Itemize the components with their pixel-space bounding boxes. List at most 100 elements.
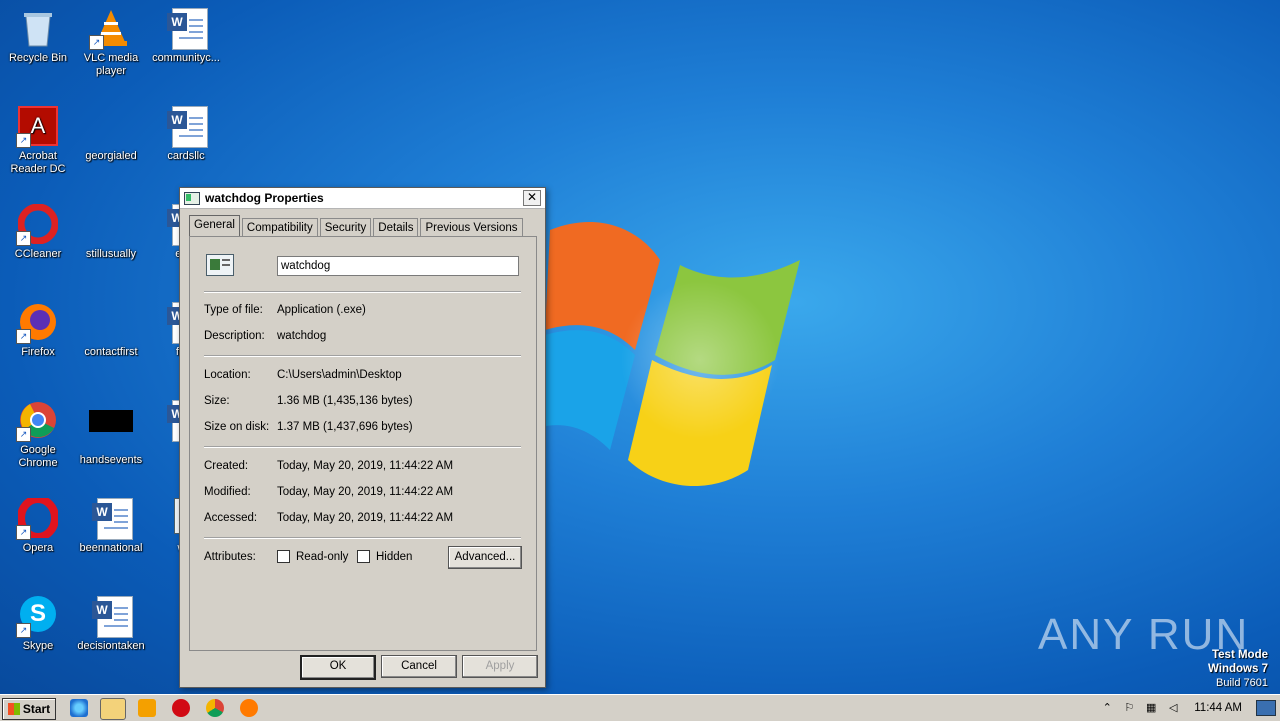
system-tray: ⌃ ⚐ ▦ ◁ 11:44 AM <box>1096 697 1280 719</box>
desktop-icon-label: Opera <box>22 542 54 554</box>
desktop-icon-opera[interactable]: ↗ Opera <box>0 495 76 555</box>
shortcut-arrow-icon: ↗ <box>16 329 31 344</box>
tab-details[interactable]: Details <box>373 218 419 236</box>
general-tab-panel: Type of file: Application (.exe) Descrip… <box>189 236 537 651</box>
desktop-icon-label: Google Chrome <box>18 444 58 469</box>
desktop-icon-georgialed[interactable]: georgialed <box>73 106 149 163</box>
file-explorer-icon[interactable] <box>100 698 126 720</box>
apply-button[interactable]: Apply <box>462 655 538 678</box>
shortcut-arrow-icon: ↗ <box>89 35 104 50</box>
internet-explorer-icon[interactable] <box>70 699 88 717</box>
modified-label: Modified: <box>204 486 251 498</box>
divider <box>204 291 521 293</box>
network-icon[interactable]: ▦ <box>1144 701 1158 715</box>
desktop-icon-label: contactfirst <box>84 346 138 358</box>
cancel-button[interactable]: Cancel <box>381 655 457 678</box>
desktop-icon-beennational[interactable]: W beennational <box>73 498 149 555</box>
close-button[interactable]: ✕ <box>523 190 541 206</box>
word-document-icon: W <box>91 596 133 638</box>
shortcut-arrow-icon: ↗ <box>16 231 31 246</box>
accessed-value: Today, May 20, 2019, 11:44:22 AM <box>277 512 454 524</box>
show-desktop-icon[interactable] <box>1256 700 1276 716</box>
start-label: Start <box>22 702 51 716</box>
desktop-icon-communityc[interactable]: W communityc... <box>148 8 224 65</box>
location-label: Location: <box>204 369 251 381</box>
created-label: Created: <box>204 460 249 472</box>
ccleaner-icon: ↗ <box>16 203 59 246</box>
start-button[interactable]: Start <box>2 698 56 720</box>
desktop-icon-label: VLC media player <box>83 52 139 77</box>
desktop-icon-chrome[interactable]: ↗ Google Chrome <box>0 400 76 470</box>
flag-icon[interactable]: ⚐ <box>1122 701 1136 715</box>
type-of-file-value: Application (.exe) <box>277 304 366 316</box>
blank-file-icon <box>91 204 131 244</box>
desktop-icon-label: Firefox <box>21 346 55 358</box>
tab-security[interactable]: Security <box>319 218 372 236</box>
file-name-input[interactable] <box>277 256 519 276</box>
wallpaper-glow <box>620 280 780 440</box>
acrobat-icon: A ↗ <box>16 106 58 148</box>
skype-icon: S ↗ <box>16 596 58 638</box>
desktop-icon-vlc[interactable]: ↗ VLC media player <box>73 8 149 78</box>
type-of-file-label: Type of file: <box>204 304 263 316</box>
desktop-icon-ccleaner[interactable]: ↗ CCleaner <box>0 203 76 261</box>
desktop-icon-label: beennational <box>79 542 143 554</box>
desktop-icon-label: handsevents <box>79 454 143 466</box>
shortcut-arrow-icon: ↗ <box>16 525 31 540</box>
taskbar: Start ⌃ ⚐ ▦ ◁ 11:44 AM <box>0 694 1280 721</box>
divider <box>204 446 521 448</box>
desktop-icon-firefox[interactable]: ↗ Firefox <box>0 302 76 359</box>
media-player-icon[interactable] <box>138 699 156 717</box>
desktop-icon-skype[interactable]: S ↗ Skype <box>0 596 76 653</box>
tab-previous-versions[interactable]: Previous Versions <box>420 218 523 236</box>
opera-taskbar-icon[interactable] <box>172 699 190 717</box>
desktop-icon-recycle-bin[interactable]: Recycle Bin <box>0 8 76 65</box>
desktop-icon-cardsllc[interactable]: W cardsllc <box>148 106 224 163</box>
desktop-icon-label: Recycle Bin <box>8 52 68 64</box>
desktop-icon-label: stillusually <box>85 248 137 260</box>
firefox-taskbar-icon[interactable] <box>240 699 258 717</box>
desktop-icon-acrobat[interactable]: A ↗ Acrobat Reader DC <box>0 106 76 176</box>
shortcut-arrow-icon: ↗ <box>16 427 31 442</box>
desktop-icon-contactfirst[interactable]: contactfirst <box>73 302 149 359</box>
desktop-icon-handsevents[interactable]: handsevents <box>73 400 149 467</box>
watermark-line1: Test Mode <box>1211 649 1268 661</box>
tab-compatibility[interactable]: Compatibility <box>241 218 318 236</box>
description-label: Description: <box>204 330 265 342</box>
location-value: C:\Users\admin\Desktop <box>277 369 402 381</box>
chevron-up-icon[interactable]: ⌃ <box>1100 701 1114 715</box>
clock[interactable]: 11:44 AM <box>1194 702 1242 714</box>
application-icon <box>184 191 200 205</box>
desktop-icon-stillusually[interactable]: stillusually <box>73 204 149 261</box>
checkbox-box[interactable] <box>357 550 370 563</box>
desktop-icon-label: Acrobat Reader DC <box>10 150 66 175</box>
windows-flag-icon <box>7 703 20 715</box>
word-document-icon: W <box>91 498 133 540</box>
hidden-checkbox[interactable]: Hidden <box>357 550 412 563</box>
speaker-icon[interactable]: ◁ <box>1166 701 1180 715</box>
chrome-taskbar-icon[interactable] <box>206 699 224 717</box>
attributes-label: Attributes: <box>204 551 256 563</box>
desktop-icon-decisiontaken[interactable]: W decisiontaken <box>73 596 149 653</box>
ok-button[interactable]: OK <box>300 655 376 680</box>
recycle-bin-icon <box>18 8 58 48</box>
blank-file-icon <box>91 106 131 146</box>
properties-dialog: watchdog Properties ✕ General Compatibil… <box>179 187 546 688</box>
opera-icon: ↗ <box>16 495 59 541</box>
dialog-titlebar[interactable]: watchdog Properties ✕ <box>180 188 545 209</box>
tab-general[interactable]: General <box>189 215 240 236</box>
advanced-button[interactable]: Advanced... <box>448 546 522 569</box>
size-on-disk-label: Size on disk: <box>204 421 270 433</box>
word-document-icon: W <box>166 106 208 148</box>
tab-strip: General Compatibility Security Details P… <box>189 215 525 236</box>
dialog-title: watchdog Properties <box>205 191 324 205</box>
description-value: watchdog <box>277 330 327 342</box>
desktop-icon-label: Skype <box>22 640 54 652</box>
chrome-icon: ↗ <box>16 400 58 442</box>
readonly-checkbox[interactable]: Read-only <box>277 550 348 563</box>
firefox-icon: ↗ <box>16 302 58 344</box>
vlc-icon: ↗ <box>89 8 131 50</box>
accessed-label: Accessed: <box>204 512 258 524</box>
desktop-icon-label: cardsllc <box>167 150 205 162</box>
checkbox-box[interactable] <box>277 550 290 563</box>
